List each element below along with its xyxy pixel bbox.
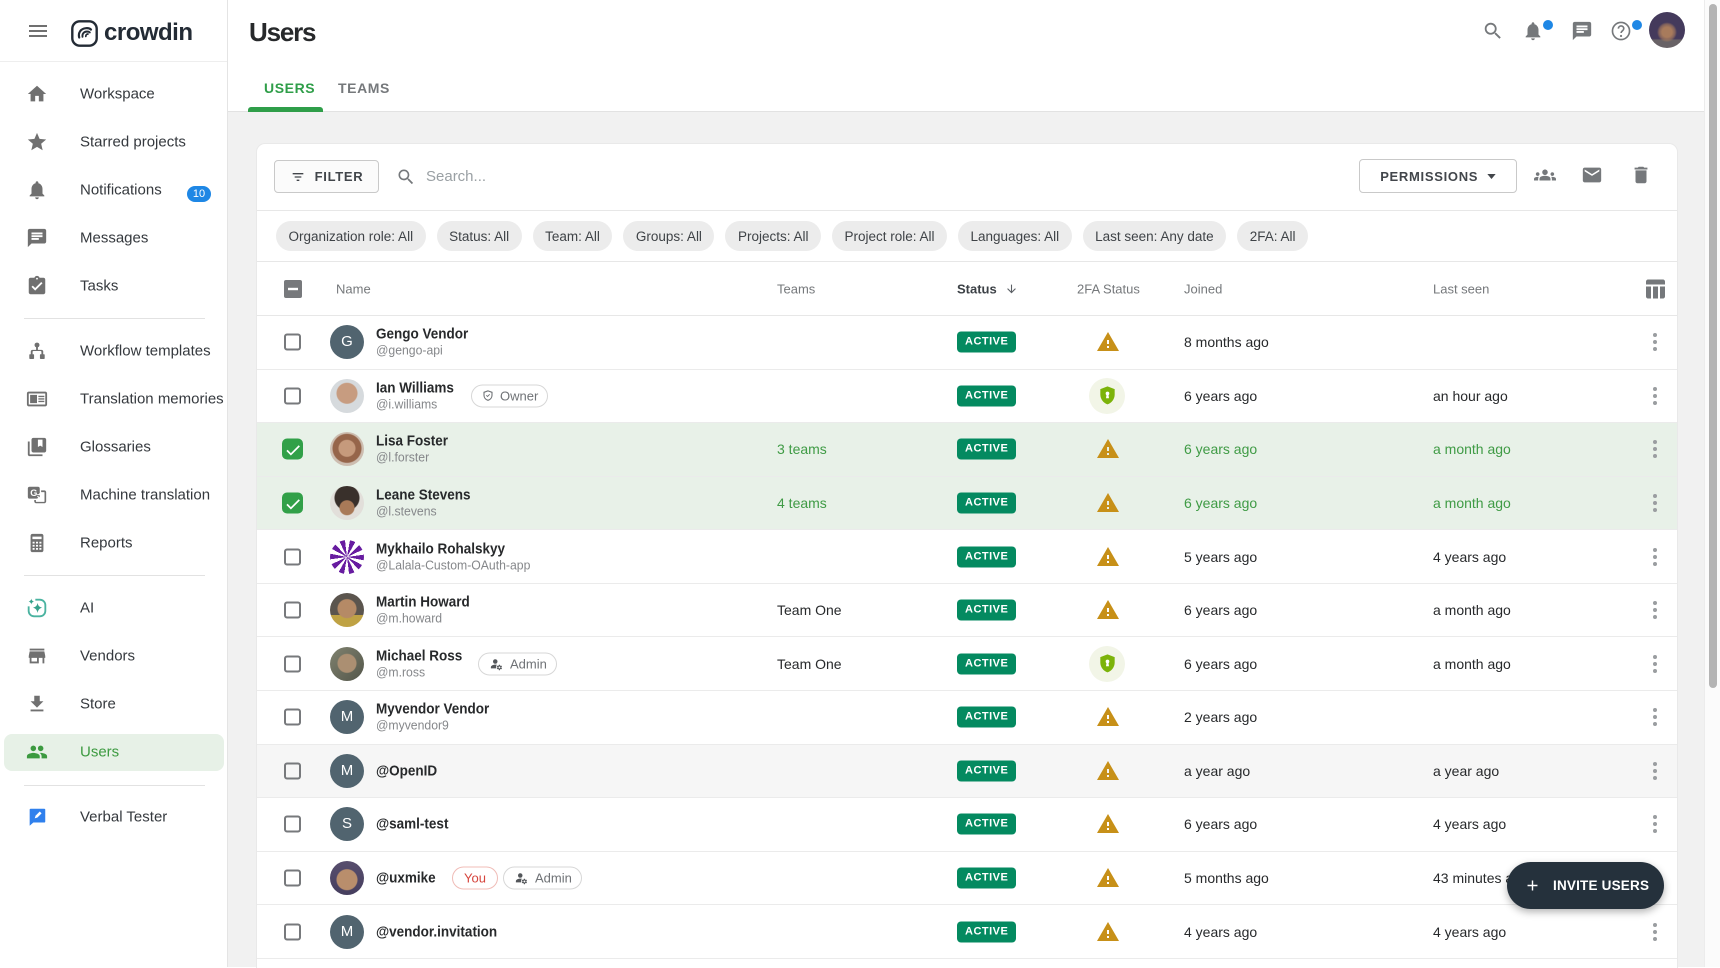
svg-text:G: G bbox=[30, 488, 37, 498]
